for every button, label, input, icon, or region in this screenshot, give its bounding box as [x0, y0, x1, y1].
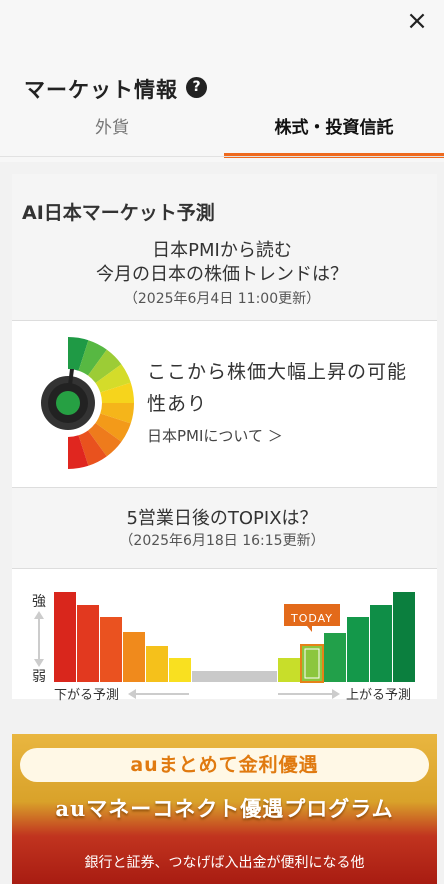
today-label: TODAY	[290, 612, 334, 625]
forecast-bar-10	[370, 605, 392, 682]
scale-arrow-icon	[34, 611, 44, 667]
close-icon[interactable]: ×	[402, 6, 432, 36]
up-forecast-label: 上がる予測	[346, 688, 412, 703]
tab-divider	[0, 156, 444, 157]
forecast-bar-4	[123, 632, 145, 682]
forecast-bar-5	[146, 646, 168, 682]
arrow-left-icon	[128, 689, 189, 699]
pmi-about-link[interactable]: 日本PMIについて ＞	[147, 425, 283, 446]
pmi-question-line2: 今月の日本の株価トレンドは？	[96, 264, 348, 285]
down-forecast-label: 下がる予測	[54, 688, 120, 703]
promo-main-title: auマネーコネクト優遇プログラム	[55, 796, 394, 821]
promo-banner[interactable]: auまとめて金利優遇 auマネーコネクト優遇プログラム 銀行と証券、つなげば入出…	[12, 734, 437, 884]
forecast-bar-7	[278, 658, 300, 682]
promo-subtitle: 銀行と証券、つなげば入出金が便利になる他	[84, 855, 365, 871]
pmi-result-line2: 性あり	[147, 393, 208, 415]
pmi-gauge	[41, 336, 135, 470]
forecast-bar-6	[169, 658, 191, 682]
tab-stock[interactable]: 株式・投資信託	[224, 108, 444, 158]
forecast-bar-8	[324, 633, 346, 682]
pmi-updated: （2025年6月4日 11:00更新）	[123, 291, 321, 307]
forecast-bar-today	[300, 644, 324, 683]
tab-fx[interactable]: 外貨	[0, 108, 224, 158]
help-icon[interactable]: ?	[186, 77, 207, 98]
header: × マーケット情報 ? 外貨 株式・投資信託	[0, 0, 444, 162]
promo-top-label: auまとめて金利優遇	[20, 748, 429, 782]
forecast-bar-3	[100, 617, 122, 682]
pmi-result: ここから株価大幅上昇の可能 性あり	[147, 356, 417, 420]
topix-updated: （2025年6月18日 16:15更新）	[119, 533, 325, 549]
weak-label: 弱	[32, 669, 46, 685]
topix-question: 5営業日後のTOPIXは？	[126, 508, 318, 529]
topix-forecast-chart	[54, 592, 415, 683]
forecast-bar-9	[347, 617, 369, 682]
forecast-bar-1	[54, 592, 76, 682]
page-title: マーケット情報	[24, 78, 178, 102]
arrow-right-icon	[278, 689, 340, 699]
ai-heading: AI日本マーケット予測	[22, 202, 215, 224]
forecast-bar-2	[77, 605, 99, 682]
strong-label: 強	[32, 594, 46, 610]
pmi-result-line1: ここから株価大幅上昇の可能	[147, 361, 408, 383]
forecast-bar-neutral	[192, 671, 277, 682]
tab-bar: 外貨 株式・投資信託	[0, 108, 444, 158]
pmi-question-line1: 日本PMIから読む	[152, 240, 292, 261]
forecast-bar-11	[393, 592, 415, 682]
